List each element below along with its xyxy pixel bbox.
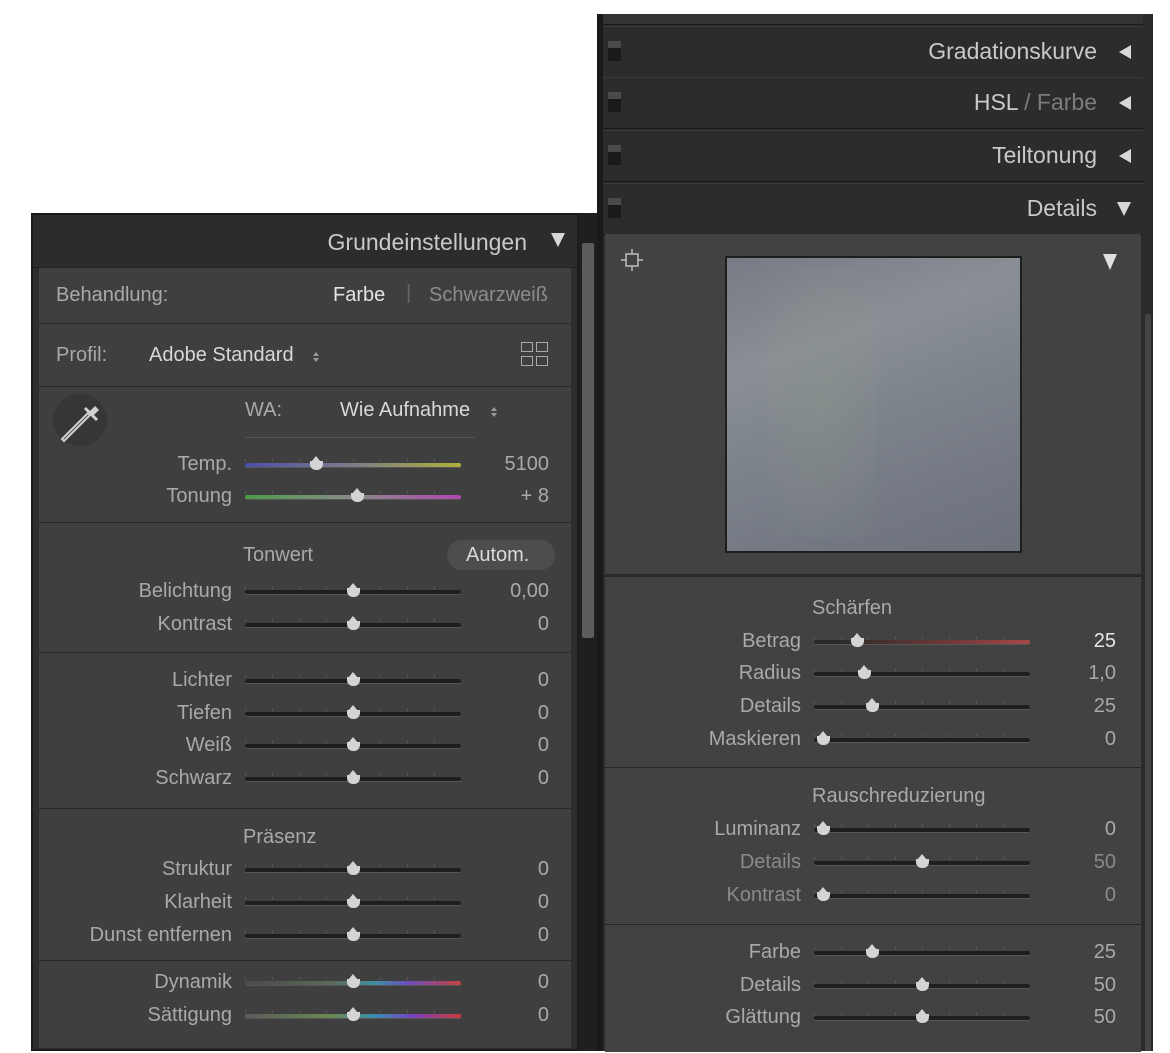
basic-slider-thumb[interactable] <box>310 456 324 471</box>
basic-slider-label: Dynamik <box>154 971 232 993</box>
detail-slider-thumb[interactable] <box>916 854 929 869</box>
basic-slider-value[interactable]: 0 <box>479 669 549 692</box>
basic-slider-label: Dunst entfernen <box>89 924 232 946</box>
detail-slider-thumb[interactable] <box>851 633 865 648</box>
detail-slider-track[interactable] <box>814 672 1030 676</box>
detail-slider-thumb[interactable] <box>916 1009 929 1024</box>
basic-slider-thumb[interactable] <box>347 974 360 989</box>
basic-slider-thumb[interactable] <box>347 927 360 942</box>
basic-slider-value[interactable]: 0 <box>479 767 549 790</box>
basic-slider-thumb[interactable] <box>347 894 360 909</box>
basic-slider-label: Sättigung <box>147 1004 232 1026</box>
basic-slider-thumb[interactable] <box>347 770 360 785</box>
detail-panel-column: Gradationskurve HSL / Farbe Teiltonung Deta… <box>603 14 1143 1052</box>
detail-slider-ticks <box>814 668 1030 671</box>
basic-slider-thumb[interactable] <box>347 583 360 598</box>
detail-slider-label: Farbe <box>748 941 801 963</box>
basic-slider-label: Lichter <box>171 669 232 691</box>
basic-slider-label: Belichtung <box>138 580 232 602</box>
detail-slider-value[interactable]: 25 <box>1046 941 1116 964</box>
detail-slider-ticks <box>814 734 1030 737</box>
basic-slider-value[interactable]: 0 <box>479 702 549 725</box>
basic-slider-label: Klarheit <box>164 891 232 913</box>
detail-panel-scroll-thumb[interactable] <box>1145 314 1151 1051</box>
detail-slider-thumb[interactable] <box>816 731 830 746</box>
basic-panel-scroll-thumb[interactable] <box>582 243 594 638</box>
detail-slider-label: Radius <box>738 662 801 684</box>
basic-slider-value[interactable]: 0 <box>479 924 549 947</box>
detail-slider-value[interactable]: 0 <box>1046 728 1116 751</box>
basic-slider-label: Tiefen <box>177 702 232 724</box>
detail-slider-label: Details <box>739 851 801 873</box>
basic-slider-value[interactable]: 0 <box>479 891 549 914</box>
detail-slider-track[interactable] <box>814 828 1030 832</box>
basic-slider-value[interactable]: 5100 <box>479 453 550 476</box>
detail-slider-value[interactable]: 25 <box>1046 695 1116 718</box>
basic-slider-layer: Temp. 5100 Tonung + 8 Belichtung 0,00 Kontrast… <box>33 215 577 1049</box>
basic-slider-value[interactable]: 0,00 <box>479 580 549 603</box>
basic-panel-scrollbar[interactable] <box>579 213 597 1051</box>
basic-slider-label: Schwarz <box>155 767 232 789</box>
detail-slider-value[interactable]: 50 <box>1046 851 1116 874</box>
basic-slider-track[interactable] <box>245 463 461 467</box>
detail-slider-label: Details <box>739 974 801 996</box>
basic-slider-label: Kontrast <box>157 613 232 635</box>
basic-slider-value[interactable]: 0 <box>479 971 549 994</box>
detail-slider-track[interactable] <box>814 705 1030 709</box>
detail-slider-ticks <box>814 636 1030 639</box>
detail-slider-track[interactable] <box>814 951 1030 955</box>
detail-slider-ticks <box>814 947 1030 950</box>
basic-slider-thumb[interactable] <box>347 616 360 631</box>
basic-slider-value[interactable]: 0 <box>479 858 549 881</box>
detail-slider-label: Maskieren <box>708 728 801 750</box>
detail-slider-ticks <box>814 701 1030 704</box>
basic-slider-value[interactable]: + 8 <box>479 485 549 508</box>
basic-slider-label: Weiß <box>185 734 232 756</box>
detail-slider-value[interactable]: 50 <box>1046 1006 1116 1029</box>
detail-slider-label: Details <box>739 695 801 717</box>
detail-slider-thumb[interactable] <box>857 665 871 680</box>
basic-slider-thumb[interactable] <box>347 861 360 876</box>
basic-slider-label: Tonung <box>166 485 232 507</box>
detail-slider-thumb[interactable] <box>866 944 880 959</box>
basic-slider-thumb[interactable] <box>351 488 365 503</box>
detail-slider-label: Betrag <box>742 630 801 652</box>
detail-slider-value[interactable]: 50 <box>1046 974 1116 997</box>
basic-slider-value[interactable]: 0 <box>479 734 549 757</box>
basic-slider-thumb[interactable] <box>347 1007 360 1022</box>
detail-slider-layer: Betrag 25 Radius 1,0 Details 25 Maskieren 0 Lumi… <box>603 14 1143 1051</box>
detail-slider-thumb[interactable] <box>816 887 830 902</box>
basic-slider-thumb[interactable] <box>347 705 360 720</box>
detail-slider-value[interactable]: 0 <box>1046 884 1116 907</box>
detail-slider-value[interactable]: 0 <box>1046 818 1116 841</box>
detail-slider-track[interactable] <box>814 894 1030 898</box>
basic-slider-thumb[interactable] <box>347 672 360 687</box>
detail-slider-label: Luminanz <box>714 818 801 840</box>
basic-slider-ticks <box>245 459 461 462</box>
detail-slider-thumb[interactable] <box>916 977 929 992</box>
detail-slider-label: Glättung <box>725 1006 801 1028</box>
detail-slider-value[interactable]: 25 <box>1046 630 1116 653</box>
detail-slider-label: Kontrast <box>726 884 801 906</box>
detail-panel-scrollbar[interactable] <box>1143 14 1153 1051</box>
detail-slider-ticks <box>814 890 1030 893</box>
basic-panel: Grundeinstellungen Behandlung: Farbe | S… <box>31 213 579 1051</box>
detail-slider-ticks <box>814 824 1030 827</box>
basic-slider-thumb[interactable] <box>347 737 360 752</box>
basic-slider-label: Temp. <box>177 453 232 475</box>
detail-slider-thumb[interactable] <box>866 698 880 713</box>
basic-slider-label: Struktur <box>161 858 232 880</box>
detail-slider-track[interactable] <box>814 640 1030 644</box>
detail-slider-value[interactable]: 1,0 <box>1046 662 1116 685</box>
basic-slider-value[interactable]: 0 <box>479 1004 549 1027</box>
detail-slider-thumb[interactable] <box>816 821 830 836</box>
basic-slider-value[interactable]: 0 <box>479 613 549 636</box>
detail-slider-track[interactable] <box>814 738 1030 742</box>
